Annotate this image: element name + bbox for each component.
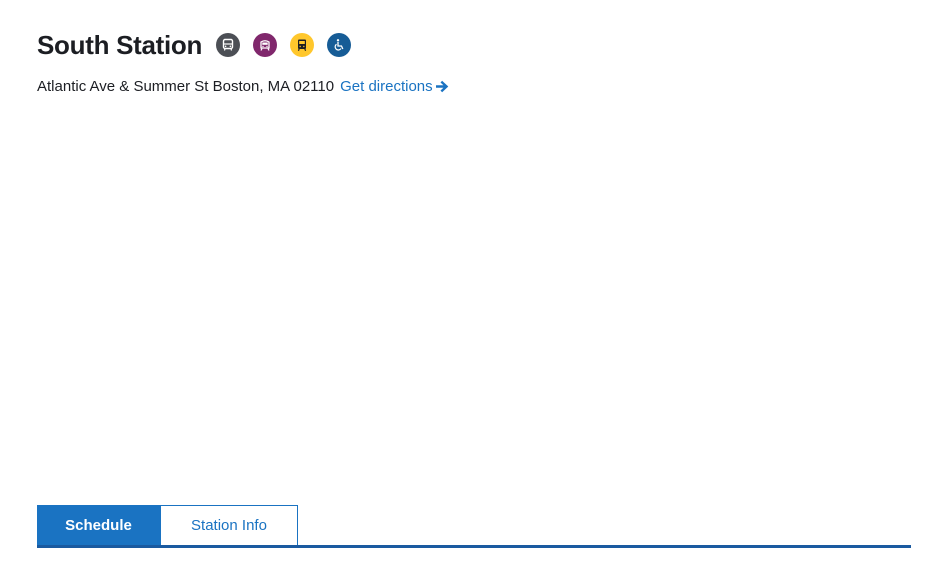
get-directions-label: Get directions xyxy=(340,77,433,95)
commuter-rail-icon xyxy=(253,33,278,57)
station-address: Atlantic Ave & Summer St Boston, MA 0211… xyxy=(37,77,335,95)
tab-station-info[interactable]: Station Info xyxy=(160,505,298,545)
station-header: South Station xyxy=(37,28,364,62)
wheelchair-icon xyxy=(327,33,352,57)
tab-schedule[interactable]: Schedule xyxy=(37,505,160,545)
tab-underline xyxy=(37,545,911,548)
title-row: South Station xyxy=(37,28,364,62)
address-row: Atlantic Ave & Summer St Boston, MA 0211… xyxy=(37,76,449,96)
bus-icon xyxy=(216,33,241,57)
page-title: South Station xyxy=(37,29,203,60)
subway-icon xyxy=(290,33,315,57)
tab-list: Schedule Station Info xyxy=(37,505,911,545)
arrow-right-icon xyxy=(435,80,449,93)
get-directions-link[interactable]: Get directions xyxy=(340,78,449,95)
mode-icons xyxy=(216,33,364,57)
station-tabs: Schedule Station Info xyxy=(37,505,911,548)
